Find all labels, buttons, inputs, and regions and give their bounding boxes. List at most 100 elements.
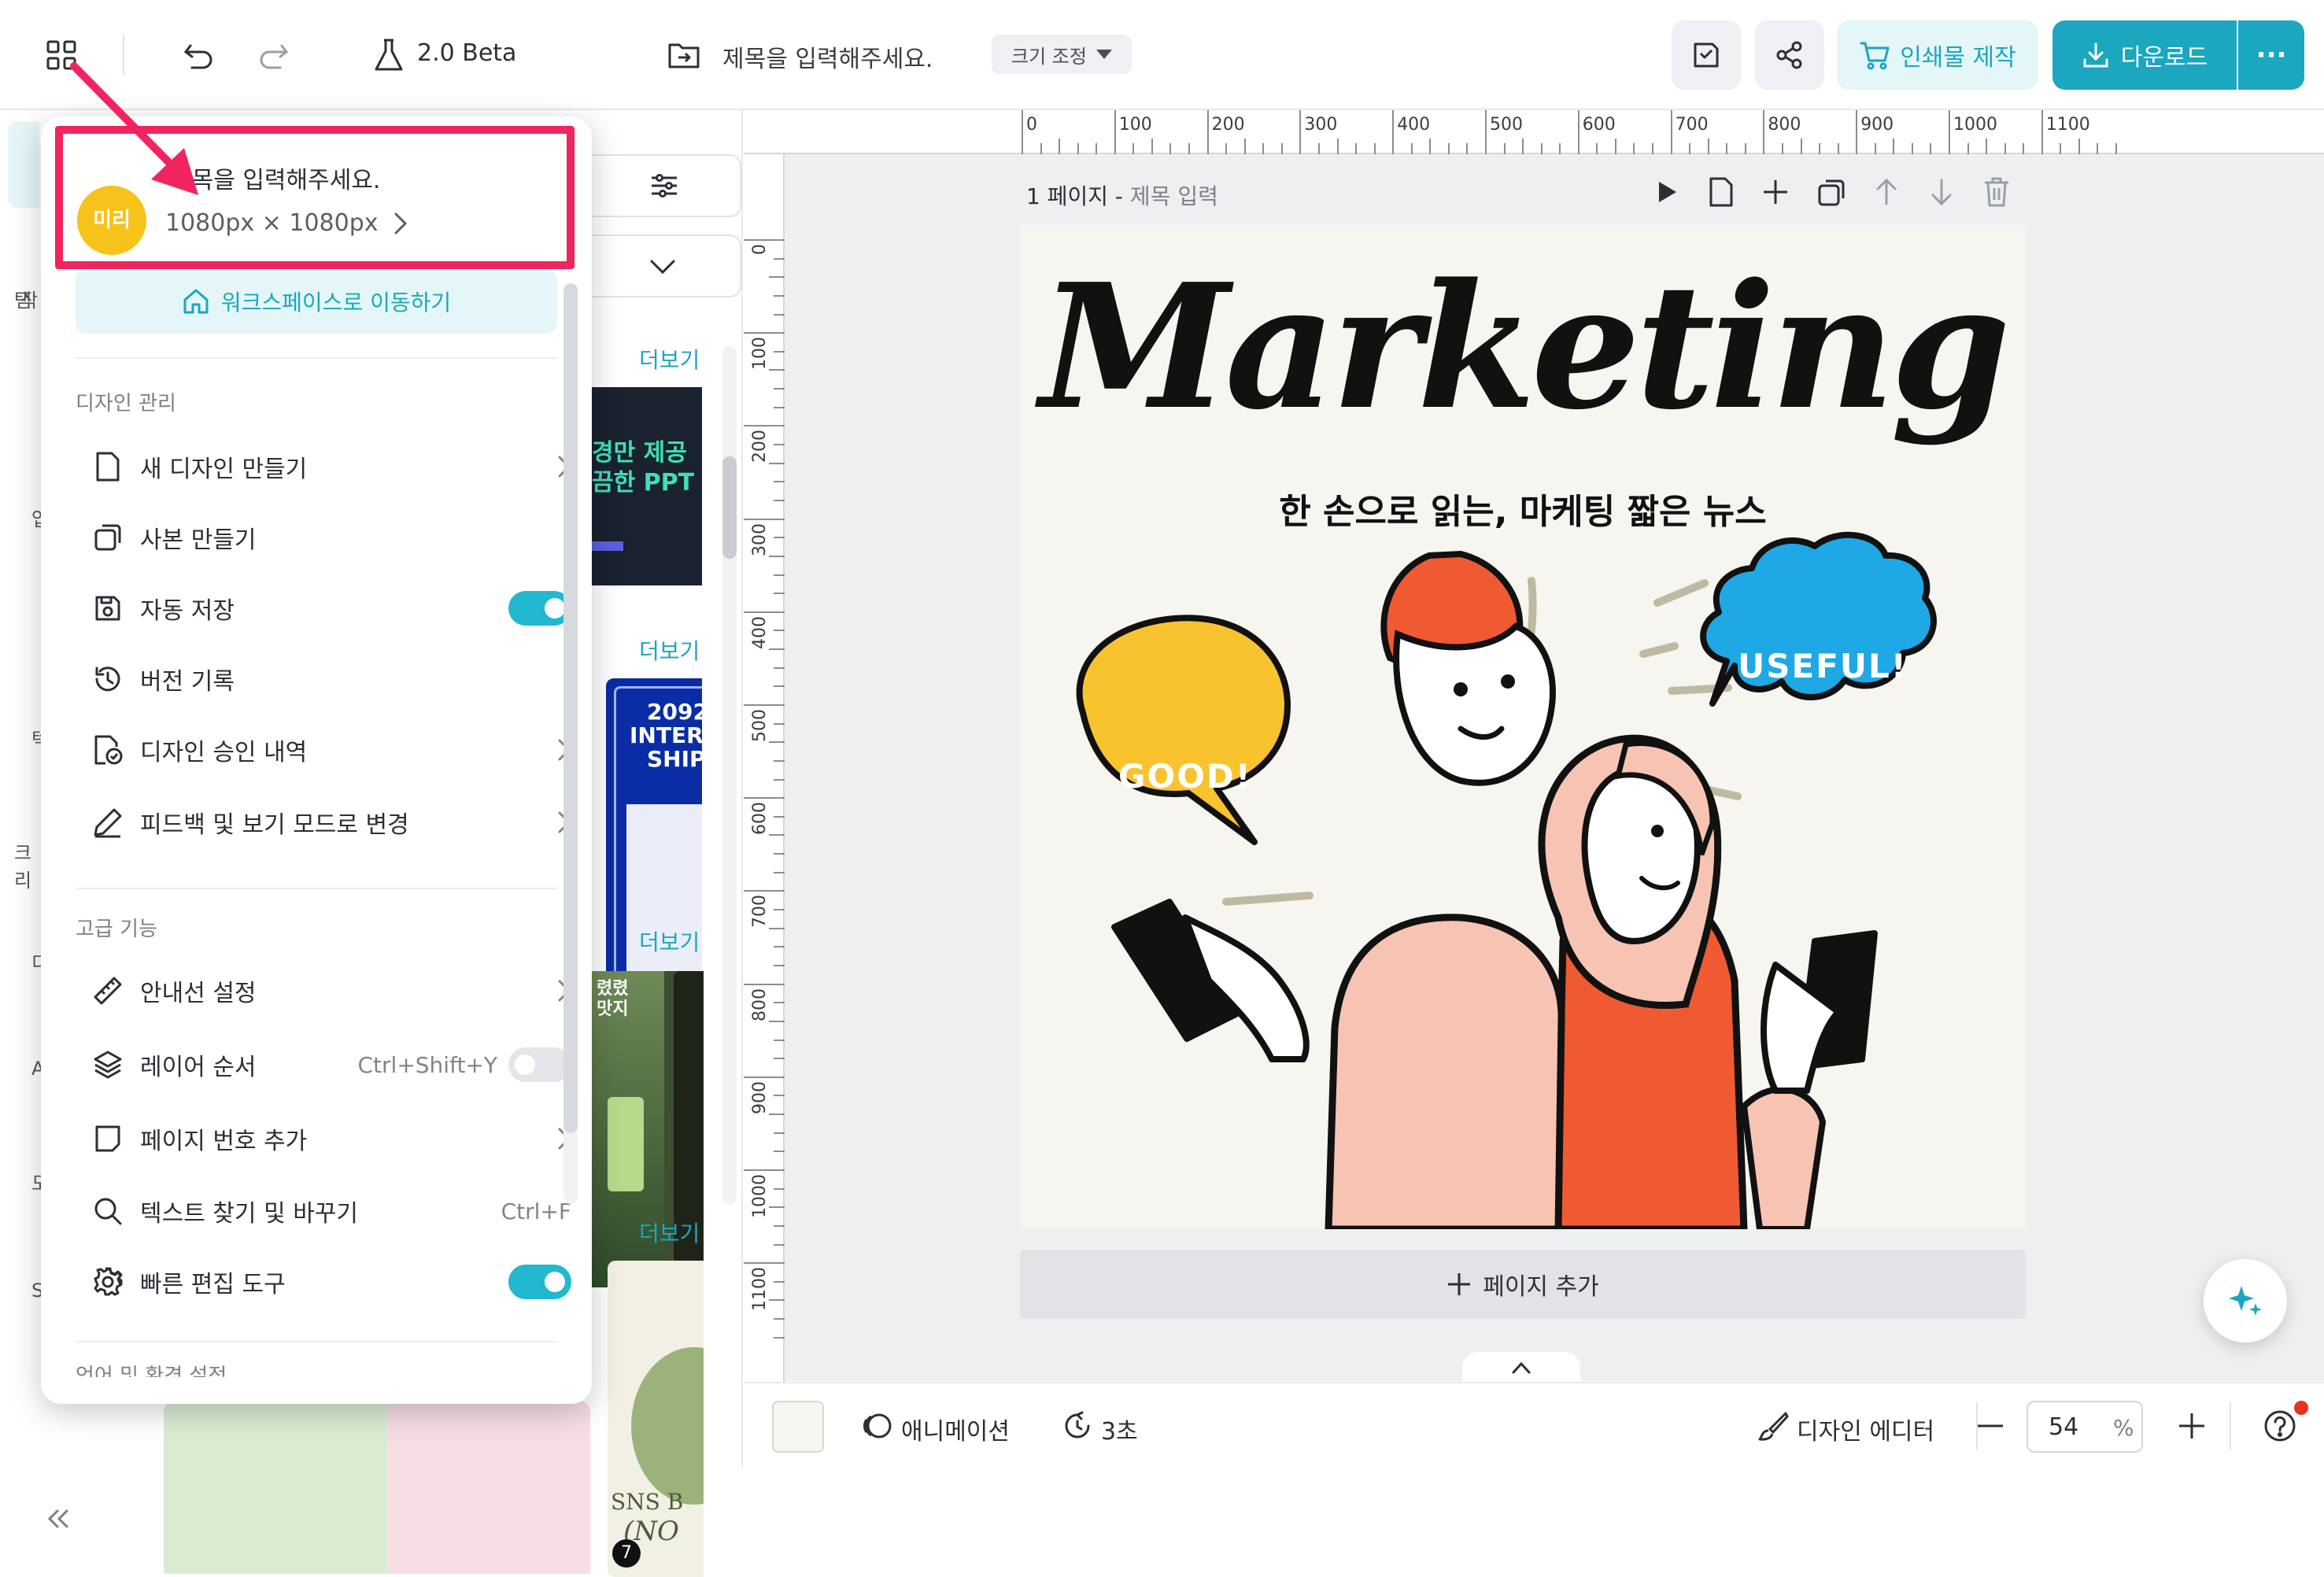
help-icon[interactable]	[2263, 1409, 2297, 1443]
share-button[interactable]	[1755, 20, 1824, 90]
zoom-out-icon[interactable]	[1975, 1410, 2006, 1442]
menu-item-layer-order[interactable]: 레이어 순서 Ctrl+Shift+Y	[91, 1037, 579, 1092]
ruler-label: 900	[750, 1080, 770, 1114]
thumbnail-text: SNS B	[611, 1489, 684, 1515]
page-title-input[interactable]: 제목 입력	[1130, 183, 1218, 209]
bubble-right-text[interactable]: USEFUL!	[1713, 647, 1933, 685]
ruler-label: 100	[1118, 115, 1152, 135]
zoom-in-icon[interactable]	[2176, 1410, 2208, 1442]
ruler-tick	[774, 1002, 785, 1004]
ruler-tick	[1317, 143, 1320, 154]
collapse-double-chevron-icon[interactable]	[44, 1505, 72, 1533]
download-more-button[interactable]: ···	[2238, 20, 2304, 90]
ruler-tick	[1559, 143, 1561, 154]
ruler-tick	[774, 593, 785, 595]
ruler-tick	[774, 946, 785, 948]
menu-item-approval-history[interactable]: 디자인 승인 내역	[91, 722, 579, 777]
ruler-tick	[769, 927, 785, 929]
add-icon[interactable]	[1761, 178, 1790, 206]
duplicate-icon[interactable]	[1816, 178, 1846, 208]
sparkle-icon	[2227, 1283, 2263, 1319]
menu-item-duplicate[interactable]: 사본 만들기	[91, 510, 579, 565]
auto-save-toggle[interactable]	[508, 591, 571, 626]
menu-item-version-history[interactable]: 버전 기록	[91, 652, 579, 707]
page-header: 1 페이지 - 제목 입력	[1026, 179, 1218, 211]
bubble-left-text[interactable]: GOOD!	[1083, 757, 1288, 796]
more-link[interactable]: 더보기	[639, 634, 700, 666]
divider	[76, 888, 557, 889]
template-thumbnail[interactable]	[387, 1401, 590, 1574]
save-icon	[1692, 41, 1720, 69]
animation-icon[interactable]	[862, 1410, 893, 1442]
template-thumbnail[interactable]: 경만 제공 끔한 PPT	[592, 387, 702, 585]
design-editor-label[interactable]: 디자인 에디터	[1797, 1412, 1934, 1446]
design-page[interactable]: Marketing 한 손으로 읽는, 마케팅 짧은 뉴스 GOOD! USEF…	[1020, 225, 2026, 1229]
rail-label: 작	[20, 290, 39, 312]
play-icon[interactable]	[1656, 179, 1678, 205]
animation-label[interactable]: 애니메이션	[901, 1412, 1010, 1446]
brush-icon[interactable]	[1757, 1410, 1789, 1442]
print-order-button[interactable]: 인쇄물 제작	[1837, 20, 2038, 90]
ruler-label: 300	[750, 523, 770, 556]
ruler-tick	[774, 1132, 785, 1134]
menu-item-page-number[interactable]: 페이지 번호 추가	[91, 1111, 579, 1166]
ai-assistant-button[interactable]	[2204, 1259, 2287, 1342]
ruler-tick	[774, 499, 785, 501]
menu-scrollbar[interactable]	[563, 283, 578, 1204]
layer-order-toggle[interactable]	[508, 1047, 571, 1082]
menu-item-auto-save[interactable]: 자동 저장	[91, 581, 579, 636]
strip-scrollbar[interactable]	[722, 346, 737, 1204]
ruler-tick	[744, 425, 785, 427]
ruler-tick	[1837, 143, 1839, 154]
more-link[interactable]: 더보기	[639, 343, 700, 375]
template-thumbnail[interactable]	[164, 1401, 409, 1574]
redo-icon[interactable]	[257, 39, 290, 71]
ruler-tick	[1059, 138, 1061, 154]
ruler-tick	[1986, 138, 1988, 154]
beta-label[interactable]: 2.0 Beta	[417, 39, 516, 67]
more-link[interactable]: 더보기	[639, 1217, 700, 1248]
ruler-tick	[774, 574, 785, 576]
menu-item-feedback-mode[interactable]: 피드백 및 보기 모드로 변경	[91, 795, 579, 850]
duration-label[interactable]: 3초	[1101, 1412, 1138, 1446]
save-icon	[91, 592, 124, 625]
move-down-icon[interactable]	[1928, 178, 1955, 206]
ruler-tick	[1373, 143, 1376, 154]
zoom-input[interactable]: 54 %	[2027, 1401, 2143, 1453]
cart-icon	[1859, 40, 1890, 70]
marketing-illustration[interactable]	[1020, 225, 2026, 1229]
new-page-icon[interactable]	[1708, 176, 1735, 208]
menu-item-label: 안내선 설정	[140, 980, 257, 1007]
rail-item-active[interactable]	[8, 121, 39, 208]
save-button[interactable]	[1672, 20, 1741, 90]
ruler-label: 100	[750, 337, 770, 371]
ruler-label: 700	[750, 895, 770, 929]
timer-icon[interactable]	[1062, 1410, 1093, 1442]
trash-icon[interactable]	[1983, 176, 2010, 208]
download-button[interactable]: 다운로드	[2052, 20, 2237, 90]
background-color-swatch[interactable]	[772, 1401, 824, 1453]
collapse-bottom-tab[interactable]	[1462, 1352, 1580, 1383]
document-title-input[interactable]: 제목을 입력해주세요.	[722, 39, 933, 74]
ruler-tick	[774, 1224, 785, 1227]
more-link[interactable]: 더보기	[639, 925, 700, 957]
menu-item-find-replace[interactable]: 텍스트 찾기 및 바꾸기 Ctrl+F	[91, 1184, 579, 1239]
menu-item-quick-edit[interactable]: 빠른 편집 도구	[91, 1254, 579, 1309]
menu-item-guides[interactable]: 안내선 설정	[91, 963, 579, 1018]
menu-item-new-design[interactable]: 새 디자인 만들기	[91, 439, 579, 494]
move-up-icon[interactable]	[1873, 178, 1900, 206]
quick-edit-toggle[interactable]	[508, 1265, 571, 1299]
ruler-tick	[1132, 143, 1135, 154]
caret-down-icon	[1095, 50, 1112, 59]
workspace-button[interactable]: 워크스페이스로 이동하기	[76, 269, 557, 334]
add-page-button[interactable]: 페이지 추가	[1020, 1250, 2026, 1319]
resize-dropdown[interactable]: 크기 조정	[992, 35, 1132, 74]
ruler-tick	[774, 1243, 785, 1246]
ruler-tick	[744, 239, 785, 241]
ruler-tick	[1392, 110, 1395, 154]
filter-sliders-icon[interactable]	[648, 170, 680, 201]
template-thumbnail[interactable]: SNS B (NO	[608, 1261, 704, 1577]
folder-move-icon[interactable]	[667, 39, 700, 71]
ruler-tick	[1077, 143, 1079, 154]
chevron-up-icon	[1511, 1361, 1531, 1375]
